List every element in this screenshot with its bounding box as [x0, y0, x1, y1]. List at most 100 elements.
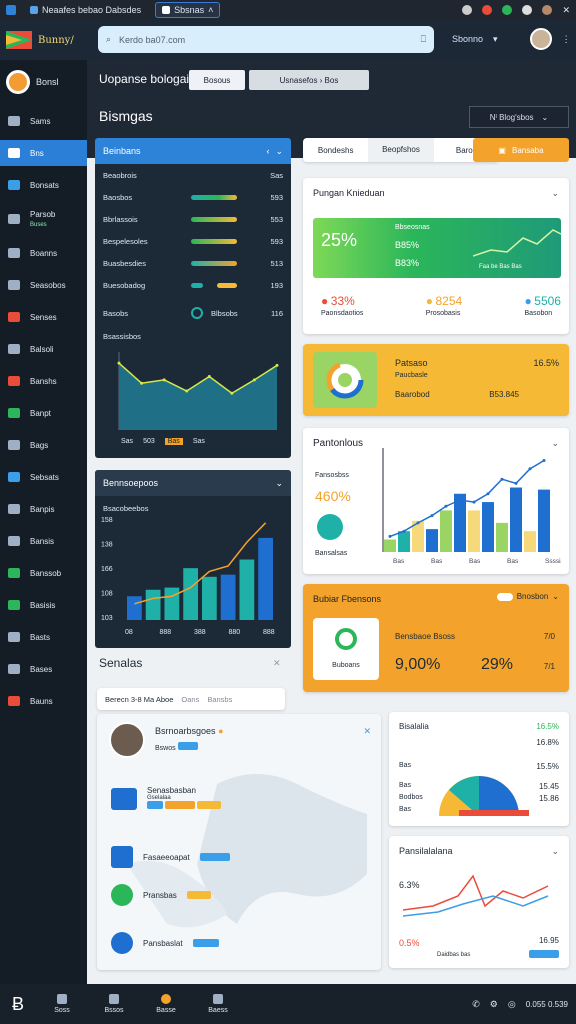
bottom-nav-0[interactable]: Soss [36, 994, 88, 1014]
sidebar-item-15[interactable]: Basisis [0, 592, 87, 618]
legend-item: Bas [164, 438, 183, 445]
section-tab[interactable]: Berecn 3-8 Ma Aboe [105, 695, 173, 704]
sidebar-item-7[interactable]: Balsoli [0, 336, 87, 362]
sidebar-item-14[interactable]: Banssob [0, 560, 87, 586]
chevron-down-icon[interactable]: ⌄ [275, 146, 283, 157]
phone-icon[interactable]: ✆ [472, 999, 480, 1010]
progress-bar [217, 282, 237, 288]
period-dropdown[interactable]: Nᴵ Blogʹsbos ⌄ [469, 106, 569, 128]
sidebar-item-label: Banshs [30, 376, 57, 386]
section-tab[interactable]: Oans [181, 695, 199, 704]
chevron-down-icon[interactable]: ⌄ [551, 188, 559, 199]
sidebar-item-2[interactable]: Bonsats [0, 172, 87, 198]
tab-1[interactable]: Beopfshos [368, 138, 434, 162]
chevron-down-icon[interactable]: ⌄ [275, 478, 283, 489]
main-area: Uopanse bologai Bosous Usnasefos › Bos B… [87, 60, 576, 984]
sidebar-item-11[interactable]: Sebsats [0, 464, 87, 490]
profile-item[interactable]: Senasbasban Gselalaa [111, 786, 223, 811]
sidebar-item-4[interactable]: Boanns [0, 240, 87, 266]
tag [147, 801, 163, 809]
profile-item[interactable]: Pansbaslat [111, 932, 221, 954]
data-point [472, 500, 476, 504]
sidebar-item-5[interactable]: Seasobos [0, 272, 87, 298]
sidebar-item-3[interactable]: Parsob Buses [0, 204, 87, 234]
menu-icon[interactable]: ⋮ [562, 34, 571, 45]
progress-bar [191, 260, 237, 266]
action-button[interactable]: ▣ Bansaba [473, 138, 569, 162]
metric-value: 5506 [534, 294, 561, 308]
bottom-nav-1[interactable]: Bssos [88, 994, 140, 1014]
profile-icon[interactable] [542, 5, 553, 15]
chevron-left-icon[interactable]: ‹ [266, 146, 269, 156]
profile-name: Bsrnoarbsgoes ● [155, 726, 224, 736]
bar-card: Pantonlous ⌄ Fansosbss 460% Bansalsas Ba… [303, 428, 569, 574]
filter-pill-2[interactable]: Usnasefos › Bos [249, 70, 369, 90]
card-title: Pungan Knieduan [313, 188, 385, 198]
sidebar-item-10[interactable]: Bags [0, 432, 87, 458]
brand-logo[interactable]: Ƀ [0, 986, 36, 1022]
tray-values: 0.055 0.539 [525, 999, 568, 1009]
chrome-icon[interactable] [482, 5, 493, 15]
stats-row: Baosbos 593 [95, 186, 291, 208]
refresh-box[interactable]: Buboans [313, 618, 379, 680]
browser-tab-2[interactable]: Sbsnas ˄ [155, 2, 221, 18]
sidebar-item-16[interactable]: Basts [0, 624, 87, 650]
label-0: Bodbos [399, 794, 423, 801]
settings-icon[interactable]: ⚙ [490, 999, 498, 1010]
y-tick-label: 103 [101, 615, 113, 622]
x-tick-label: Bas [431, 558, 443, 565]
user-label[interactable]: Sbonno [452, 34, 483, 44]
tab-2-label: Sbsnas [174, 5, 205, 15]
area-chart [117, 352, 279, 430]
bottom-nav-3[interactable]: Baess [192, 994, 244, 1014]
profile-item[interactable]: Fasaeeoapat [111, 846, 232, 868]
close-icon[interactable]: ✕ [273, 658, 281, 669]
sidebar-item-0[interactable]: Sams [0, 108, 87, 134]
bookmark-icon[interactable]: ⎕ [421, 34, 426, 45]
bottom-nav-2[interactable]: Basse [140, 994, 192, 1014]
sidebar-brand[interactable]: Bonsl [0, 60, 87, 104]
settings-icon[interactable] [522, 5, 533, 15]
section-tab[interactable]: Bansbs [207, 695, 232, 704]
user-icon [8, 632, 20, 642]
row-label: Buesobadog [103, 280, 146, 290]
y-tick-label: 138 [101, 542, 113, 549]
sidebar-item-1[interactable]: Bns [0, 140, 87, 166]
dropdown-icon[interactable]: ▾ [493, 34, 498, 45]
card-title: Pansilalalana [399, 846, 453, 856]
bar [510, 487, 522, 552]
card-title: Pantonlous [313, 438, 364, 449]
tab-0[interactable]: Bondeshs [303, 146, 368, 155]
sidebar-item-18[interactable]: Bauns [0, 688, 87, 714]
sidebar-item-12[interactable]: Banpis [0, 496, 87, 522]
browser-tab-1[interactable]: Neaafes bebao Dabsdes [24, 2, 147, 18]
sidebar-item-6[interactable]: Senses [0, 304, 87, 330]
legend-item: Sas [192, 438, 205, 445]
avatar[interactable] [529, 28, 552, 50]
avatar[interactable] [109, 722, 145, 758]
value-1: 16.8% [536, 738, 559, 747]
stats-panel-header[interactable]: Beinbans ‹ ⌄ [95, 138, 291, 164]
chevron-down-icon[interactable]: ⌄ [551, 846, 559, 857]
share-icon [8, 568, 20, 578]
sync-icon[interactable]: ◎ [508, 999, 516, 1010]
bar [440, 510, 452, 552]
sidebar-item-13[interactable]: Bansis [0, 528, 87, 554]
sidebar-item-8[interactable]: Banshs [0, 368, 87, 394]
profile-item[interactable]: Pransbas [111, 884, 213, 906]
growth-panel-header[interactable]: Bennsoepoos ⌄ [95, 470, 291, 496]
data-point [500, 477, 504, 481]
sidebar-item-17[interactable]: Bases [0, 656, 87, 682]
sidebar-item-9[interactable]: Banpt [0, 400, 87, 426]
sync-icon[interactable] [502, 5, 513, 15]
y-tick-label: 158 [101, 517, 113, 524]
info-icon[interactable] [462, 5, 473, 15]
metric-label: Prosobasis [425, 310, 461, 317]
close-icon[interactable]: ✕ [562, 5, 570, 16]
logo[interactable]: Bunny/ [6, 31, 96, 49]
search-input[interactable]: ⌕ Kerdo ba07.com ⎕ [98, 26, 434, 53]
close-icon[interactable]: ✕ [363, 726, 371, 737]
filter-pill-1[interactable]: Bosous [189, 70, 245, 90]
orange-card-button[interactable]: Bnosbon ⌄ [496, 592, 559, 601]
stats-row: Buesobadog 193 [95, 274, 291, 296]
